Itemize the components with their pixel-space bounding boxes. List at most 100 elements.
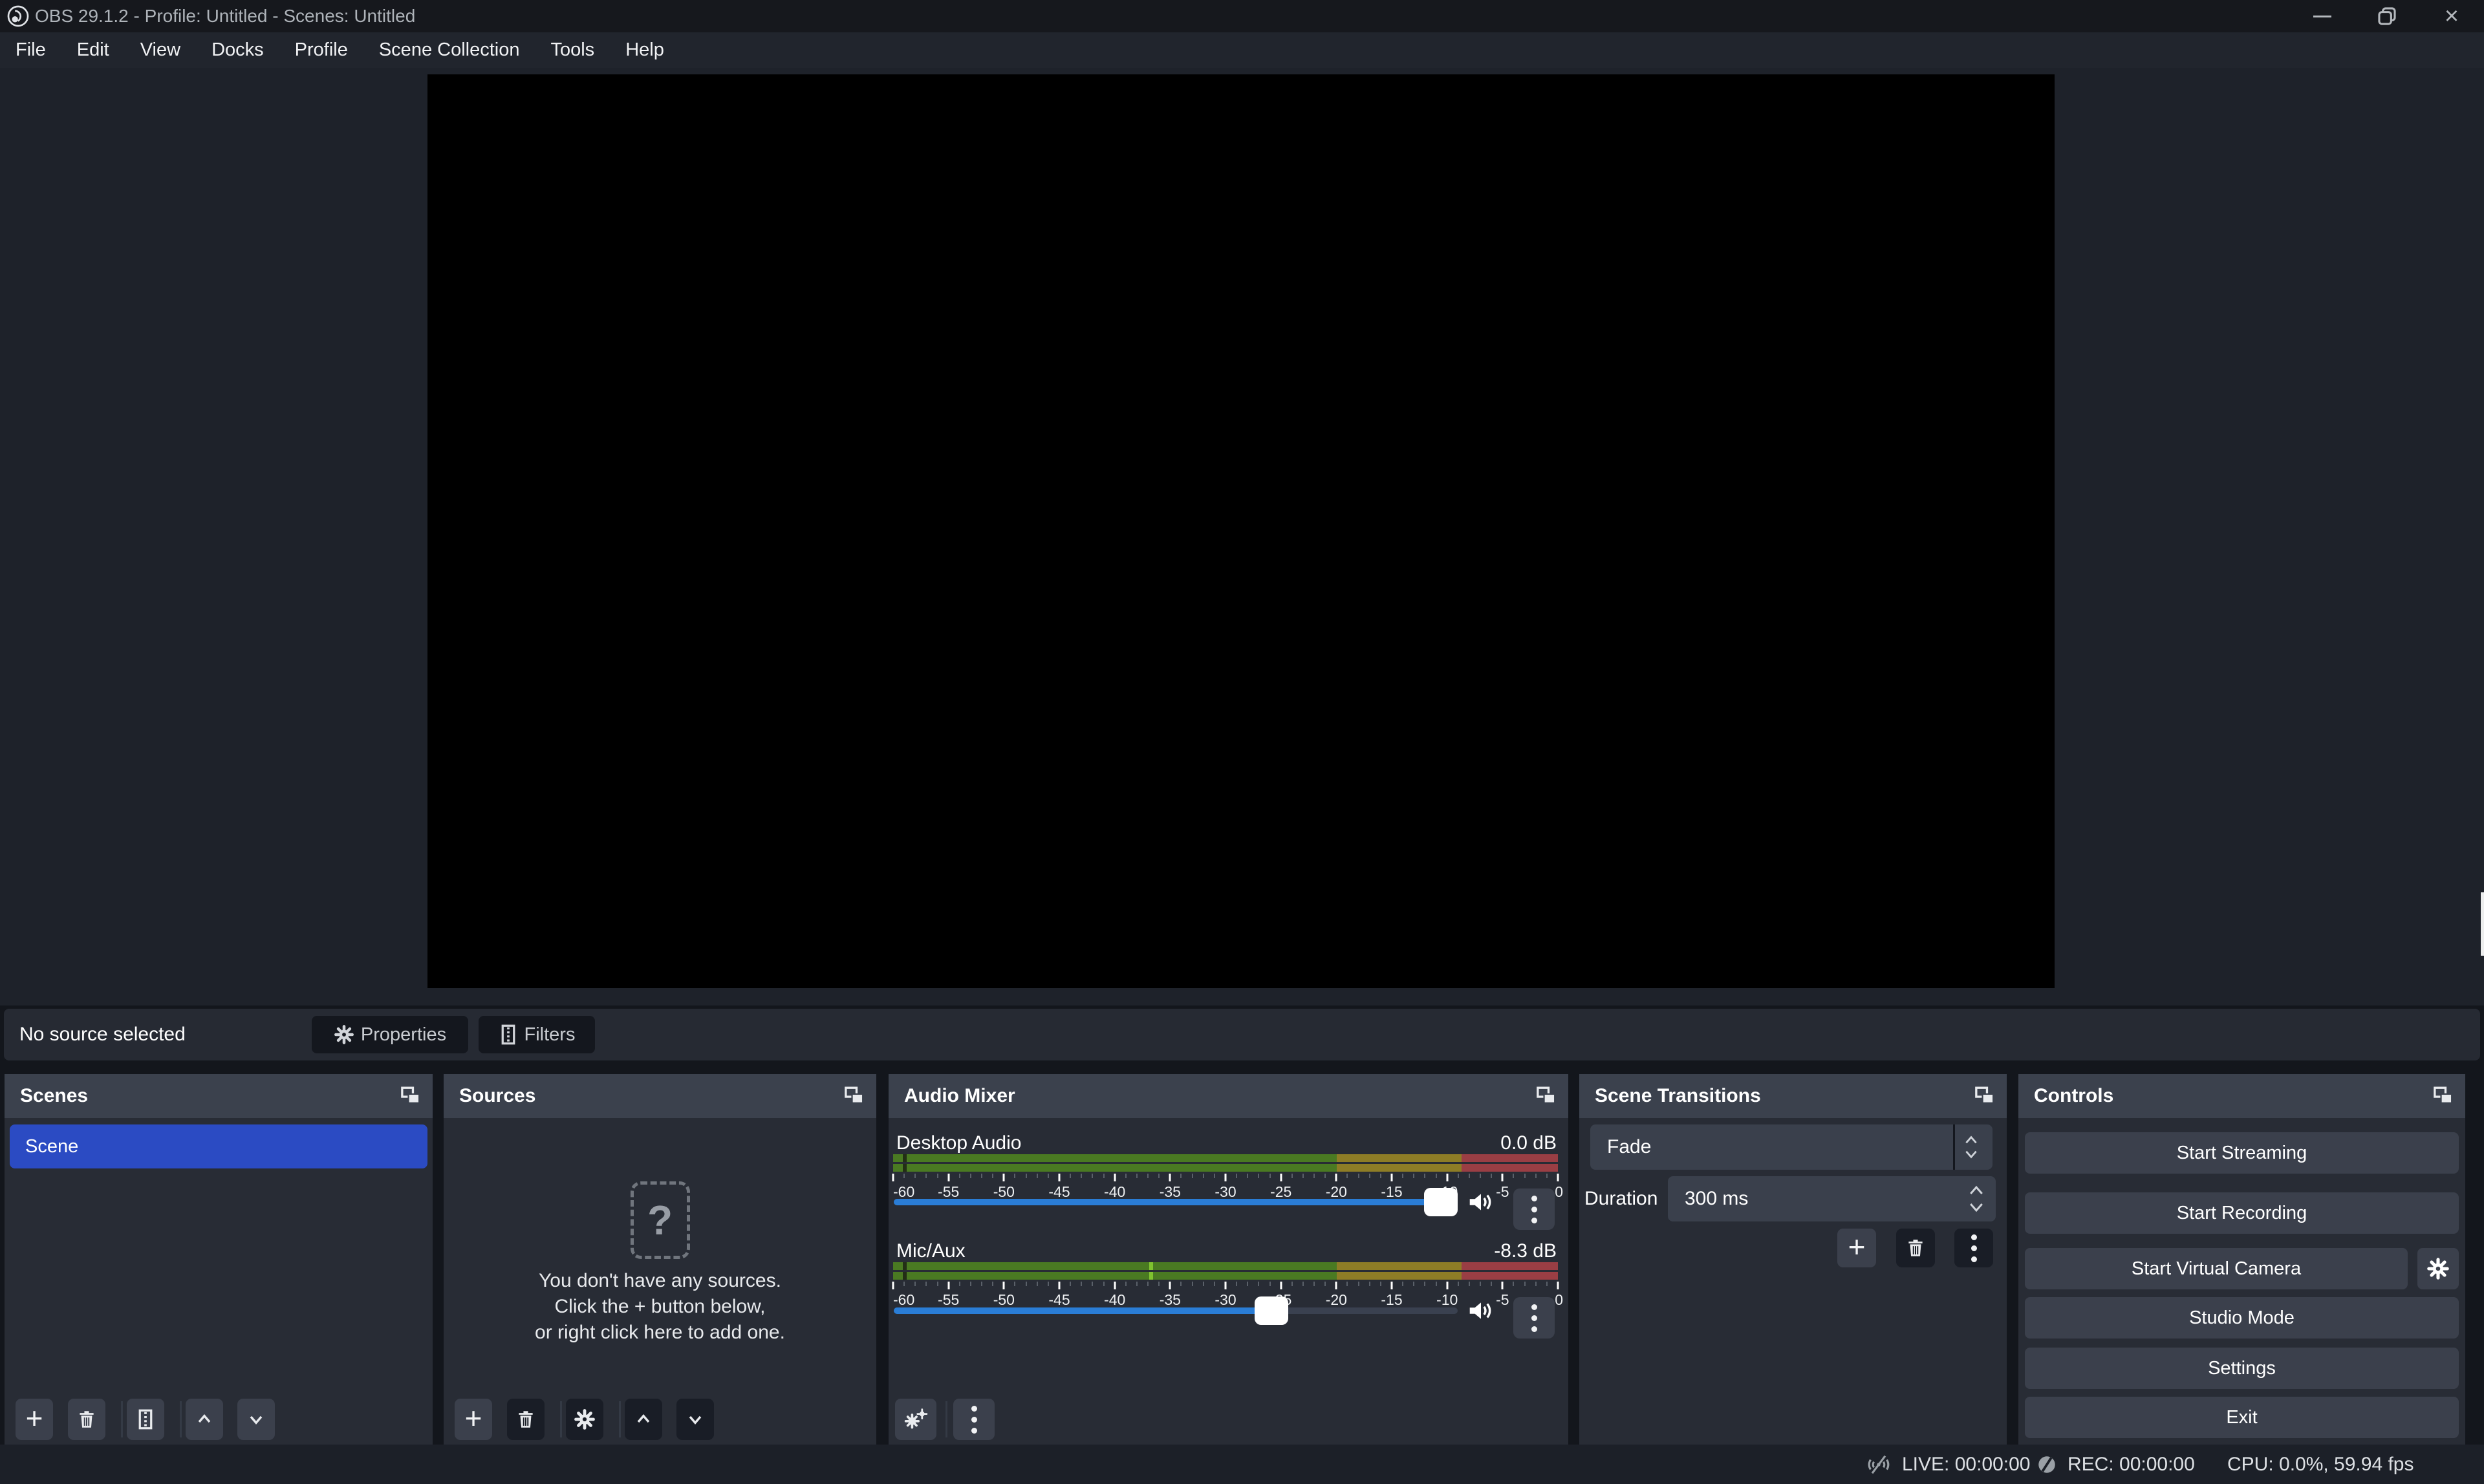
window-title: OBS 29.1.2 - Profile: Untitled - Scenes:… <box>35 6 415 27</box>
add-source-button[interactable]: + <box>455 1399 492 1440</box>
mute-button[interactable] <box>1467 1188 1496 1216</box>
restore-icon <box>2376 5 2398 27</box>
source-toolbar: No source selected Properties Filters <box>4 1009 2480 1060</box>
channel-level-db: 0.0 dB <box>1500 1132 1557 1154</box>
channel-name: Desktop Audio <box>896 1132 1021 1154</box>
kebab-icon <box>1531 1304 1537 1332</box>
volume-slider[interactable] <box>894 1296 1463 1325</box>
chevron-up-icon <box>194 1409 215 1430</box>
sources-toolbar: + <box>444 1399 876 1440</box>
add-scene-button[interactable]: + <box>16 1399 53 1440</box>
slider-handle[interactable] <box>1424 1188 1458 1216</box>
obs-logo-icon <box>5 3 31 29</box>
scene-filters-button[interactable] <box>127 1399 164 1440</box>
restore-button[interactable] <box>2355 0 2419 32</box>
studio-mode-button[interactable]: Studio Mode <box>2025 1297 2459 1339</box>
scenes-toolbar: + <box>5 1399 433 1440</box>
kebab-icon <box>1971 1234 1977 1262</box>
toolbar-divider <box>121 1401 123 1437</box>
popout-icon[interactable] <box>1535 1084 1558 1106</box>
select-spinner-icons[interactable] <box>1955 1124 1987 1170</box>
filters-button[interactable]: Filters <box>479 1016 595 1053</box>
menu-bar: File Edit View Docks Profile Scene Colle… <box>0 32 2484 68</box>
close-icon: × <box>2445 4 2459 28</box>
popout-icon[interactable] <box>1973 1084 1996 1106</box>
remove-source-button[interactable] <box>507 1399 545 1440</box>
scene-transitions-header: Scene Transitions <box>1579 1074 2007 1118</box>
source-status-label: No source selected <box>19 1024 186 1046</box>
move-scene-up-button[interactable] <box>186 1399 223 1440</box>
channel-options-button[interactable] <box>1513 1188 1555 1230</box>
popout-icon[interactable] <box>2432 1084 2455 1106</box>
popout-icon[interactable] <box>843 1084 866 1106</box>
minimize-button[interactable] <box>2290 0 2355 32</box>
kebab-icon <box>1531 1196 1537 1223</box>
preview-canvas[interactable] <box>427 74 2055 988</box>
exit-button[interactable]: Exit <box>2025 1397 2459 1438</box>
scenes-title: Scenes <box>20 1085 88 1107</box>
trash-icon <box>515 1408 537 1430</box>
popout-icon[interactable] <box>399 1084 422 1106</box>
menu-edit[interactable]: Edit <box>61 32 125 68</box>
gear-icon <box>334 1024 354 1045</box>
properties-button[interactable]: Properties <box>312 1016 468 1053</box>
menu-docks[interactable]: Docks <box>196 32 279 68</box>
move-source-down-button[interactable] <box>676 1399 714 1440</box>
spinbox-arrows[interactable] <box>1961 1176 1992 1221</box>
duration-value: 300 ms <box>1685 1176 1748 1221</box>
settings-button[interactable]: Settings <box>2025 1348 2459 1389</box>
sources-panel: Sources ? You don't have any sources. Cl… <box>444 1074 876 1445</box>
add-transition-button[interactable]: + <box>1837 1229 1876 1267</box>
menu-scene-collection[interactable]: Scene Collection <box>363 32 535 68</box>
menu-help[interactable]: Help <box>610 32 680 68</box>
toolbar-divider <box>560 1401 562 1437</box>
mixer-options-button[interactable] <box>953 1399 995 1440</box>
remove-transition-button[interactable] <box>1896 1229 1935 1267</box>
trash-icon <box>1905 1237 1927 1259</box>
mute-button[interactable] <box>1467 1296 1496 1325</box>
start-streaming-button[interactable]: Start Streaming <box>2025 1132 2459 1174</box>
close-button[interactable]: × <box>2419 0 2484 32</box>
controls-title: Controls <box>2034 1085 2113 1107</box>
virtual-camera-settings-button[interactable] <box>2417 1248 2459 1289</box>
preview-area <box>0 68 2484 1005</box>
mixer-toolbar <box>889 1399 1568 1440</box>
scenes-header: Scenes <box>5 1074 433 1118</box>
toolbar-divider <box>180 1401 182 1437</box>
cpu-fps-status: CPU: 0.0%, 59.94 fps <box>2227 1445 2414 1484</box>
menu-file[interactable]: File <box>0 32 61 68</box>
channel-level-db: -8.3 dB <box>1494 1240 1557 1262</box>
filters-label: Filters <box>524 1024 576 1046</box>
start-virtual-camera-button[interactable]: Start Virtual Camera <box>2025 1248 2408 1289</box>
double-gear-icon <box>902 1407 929 1432</box>
transition-select[interactable]: Fade <box>1590 1124 1993 1170</box>
advanced-audio-button[interactable] <box>895 1399 936 1440</box>
slider-handle[interactable] <box>1255 1296 1288 1325</box>
move-scene-down-button[interactable] <box>237 1399 275 1440</box>
menu-profile[interactable]: Profile <box>279 32 363 68</box>
move-source-up-button[interactable] <box>625 1399 662 1440</box>
right-edge-scrollbar[interactable] <box>2481 892 2484 956</box>
sources-title: Sources <box>459 1085 535 1107</box>
audio-mixer-panel: Audio Mixer Desktop Audio 0.0 dB -60-55-… <box>889 1074 1568 1445</box>
chevron-up-icon <box>633 1409 654 1430</box>
menu-tools[interactable]: Tools <box>535 32 610 68</box>
chevron-down-icon <box>685 1409 706 1430</box>
record-inactive-icon <box>2035 1453 2058 1476</box>
rec-status: REC: 00:00:00 <box>2035 1445 2195 1484</box>
channel-options-button[interactable] <box>1513 1297 1555 1339</box>
scene-list-item[interactable]: Scene <box>10 1124 427 1168</box>
remove-scene-button[interactable] <box>68 1399 105 1440</box>
start-recording-button[interactable]: Start Recording <box>2025 1192 2459 1234</box>
gear-icon <box>2426 1257 2450 1280</box>
scene-transitions-title: Scene Transitions <box>1595 1085 1761 1107</box>
source-properties-button[interactable] <box>566 1399 603 1440</box>
toolbar-divider <box>945 1401 947 1437</box>
kebab-icon <box>971 1406 977 1434</box>
volume-slider[interactable] <box>894 1188 1463 1216</box>
menu-view[interactable]: View <box>125 32 196 68</box>
duration-spinbox[interactable]: 300 ms <box>1668 1176 1996 1221</box>
transition-options-button[interactable] <box>1954 1229 1993 1267</box>
speaker-icon <box>1467 1298 1495 1324</box>
minimize-icon <box>2313 16 2331 17</box>
